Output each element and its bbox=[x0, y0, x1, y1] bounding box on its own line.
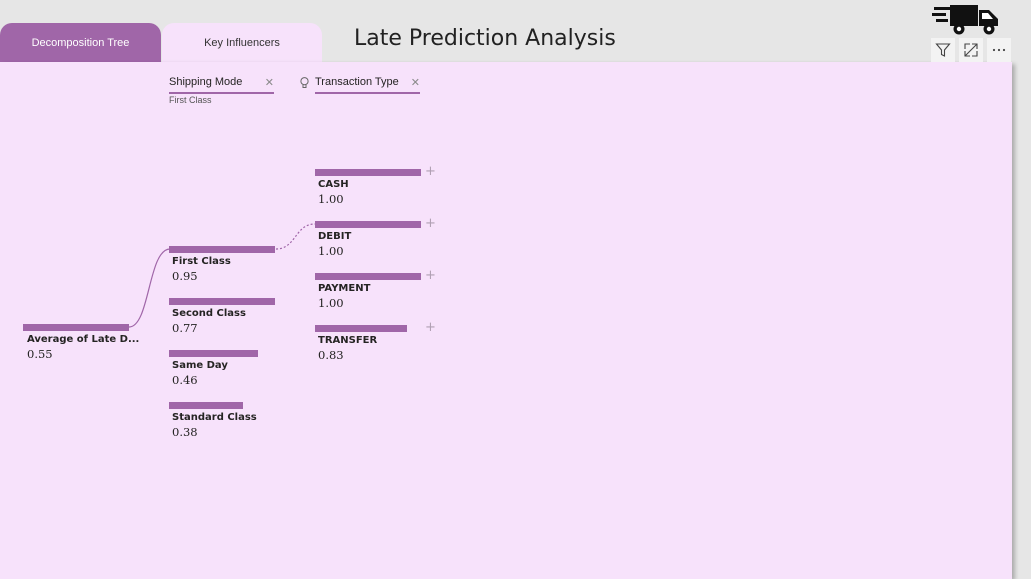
more-options-icon bbox=[992, 48, 1006, 52]
node-bar-same-day[interactable] bbox=[169, 350, 258, 357]
node-label: TRANSFER bbox=[318, 335, 378, 346]
node-label: Standard Class bbox=[172, 412, 257, 423]
node-value: 1.00 bbox=[318, 296, 344, 310]
node-bar-payment[interactable] bbox=[315, 273, 421, 280]
tab-decomposition-tree[interactable]: Decomposition Tree bbox=[0, 23, 161, 63]
connector-root-first-class bbox=[128, 248, 171, 328]
root-label: Average of Late D... bbox=[27, 334, 140, 345]
plus-icon[interactable]: + bbox=[425, 321, 436, 334]
level-selected-value: First Class bbox=[169, 95, 212, 105]
close-icon[interactable]: ✕ bbox=[411, 76, 420, 90]
filter-button[interactable] bbox=[931, 38, 955, 62]
node-bar-standard-class[interactable] bbox=[169, 402, 243, 409]
node-label: PAYMENT bbox=[318, 283, 371, 294]
node-bar-first-class[interactable] bbox=[169, 246, 275, 253]
plus-icon[interactable]: + bbox=[425, 269, 436, 282]
level-header-shipping-mode[interactable]: Shipping Mode ✕ bbox=[169, 76, 274, 94]
node-bar-second-class[interactable] bbox=[169, 298, 275, 305]
node-value: 0.38 bbox=[172, 425, 198, 439]
node-label: Second Class bbox=[172, 308, 246, 319]
tree-connectors bbox=[128, 223, 316, 328]
node-label: First Class bbox=[172, 256, 231, 267]
connector-first-class-debit bbox=[275, 223, 316, 250]
node-value: 0.83 bbox=[318, 348, 344, 362]
level-header-transaction-type[interactable]: Transaction Type ✕ bbox=[300, 76, 420, 94]
plus-icon[interactable]: + bbox=[425, 165, 436, 178]
node-bar-transfer[interactable] bbox=[315, 325, 407, 332]
node-bar-cash[interactable] bbox=[315, 169, 421, 176]
delivery-truck-icon bbox=[932, 5, 998, 35]
root-bar[interactable] bbox=[23, 324, 129, 331]
focus-mode-button[interactable] bbox=[959, 38, 983, 62]
plus-icon[interactable]: + bbox=[425, 217, 436, 230]
level-header-label: Shipping Mode bbox=[169, 76, 243, 88]
tab-decomposition-tree-label: Decomposition Tree bbox=[31, 37, 130, 49]
more-options-button[interactable] bbox=[987, 38, 1011, 62]
node-value: 0.46 bbox=[172, 373, 198, 387]
filter-icon bbox=[935, 43, 951, 57]
level-header-label: Transaction Type bbox=[315, 76, 399, 88]
root-value: 0.55 bbox=[27, 347, 53, 361]
lightbulb-icon bbox=[300, 77, 309, 88]
focus-mode-icon bbox=[964, 43, 978, 57]
node-label: Same Day bbox=[172, 360, 228, 371]
node-value: 1.00 bbox=[318, 244, 344, 258]
node-label: CASH bbox=[318, 179, 349, 190]
node-value: 1.00 bbox=[318, 192, 344, 206]
node-value: 0.77 bbox=[172, 321, 198, 335]
node-value: 0.95 bbox=[172, 269, 198, 283]
tab-key-influencers[interactable]: Key Influencers bbox=[162, 23, 322, 63]
node-label: DEBIT bbox=[318, 231, 352, 242]
node-bar-debit[interactable] bbox=[315, 221, 421, 228]
close-icon[interactable]: ✕ bbox=[265, 76, 274, 90]
tab-key-influencers-label: Key Influencers bbox=[204, 37, 280, 49]
report-title: Late Prediction Analysis bbox=[354, 26, 616, 51]
decomposition-tree-visual: Shipping Mode ✕ First Class Transaction … bbox=[0, 62, 1012, 579]
